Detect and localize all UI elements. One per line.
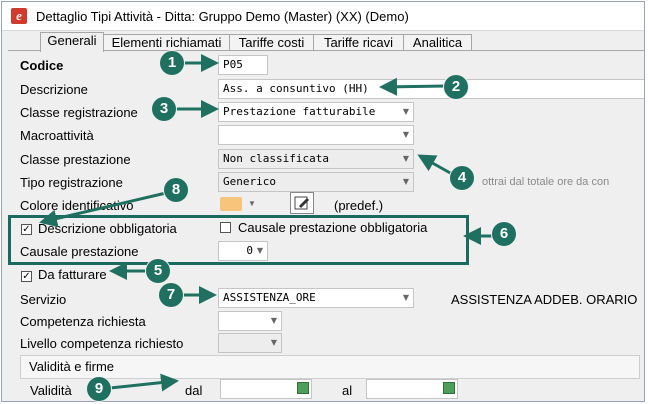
callout-3: 3 xyxy=(152,97,176,121)
callout-5: 5 xyxy=(146,259,170,283)
callout-4: 4 xyxy=(450,166,474,190)
callout-1: 1 xyxy=(160,51,184,75)
arrow-4 xyxy=(417,154,453,176)
arrow-2 xyxy=(379,77,447,96)
callout-7: 7 xyxy=(159,283,183,307)
callout-2: 2 xyxy=(444,75,468,99)
callout-8: 8 xyxy=(164,178,188,202)
callout-6: 6 xyxy=(492,222,516,246)
callout-arrows xyxy=(39,54,496,392)
arrow-9 xyxy=(109,373,179,392)
callout-9: 9 xyxy=(87,377,111,401)
arrow-8 xyxy=(39,191,167,228)
